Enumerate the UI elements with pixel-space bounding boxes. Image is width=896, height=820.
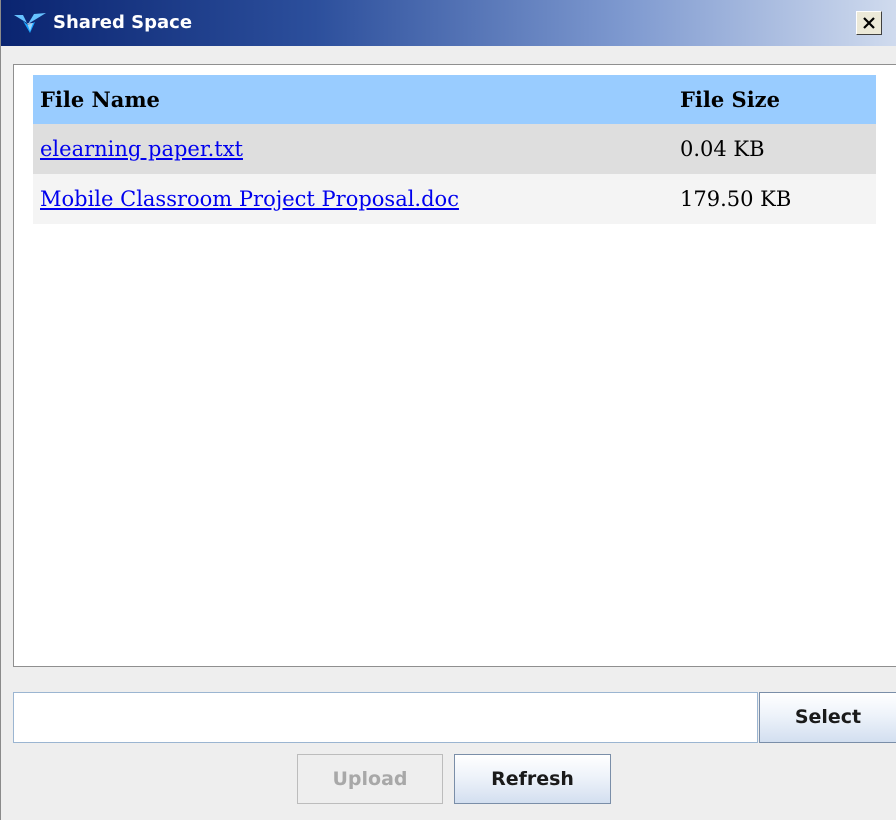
refresh-button[interactable]: Refresh <box>454 754 611 804</box>
file-link[interactable]: elearning paper.txt <box>40 137 243 161</box>
file-link[interactable]: Mobile Classroom Project Proposal.doc <box>40 187 459 211</box>
file-list-panel: File Name File Size elearning paper.txt … <box>13 64 896 667</box>
file-path-input[interactable] <box>13 692 758 743</box>
file-table: File Name File Size elearning paper.txt … <box>33 75 876 224</box>
upload-button: Upload <box>297 754 443 804</box>
file-name-cell: elearning paper.txt <box>33 124 680 174</box>
select-button[interactable]: Select <box>759 692 896 743</box>
title-bar[interactable]: Shared Space <box>1 0 896 46</box>
shared-space-bird-icon <box>13 11 47 35</box>
file-name-cell: Mobile Classroom Project Proposal.doc <box>33 174 680 224</box>
column-header-file-size[interactable]: File Size <box>680 75 876 124</box>
table-row[interactable]: elearning paper.txt 0.04 KB <box>33 124 876 174</box>
close-button[interactable] <box>856 11 882 35</box>
table-row[interactable]: Mobile Classroom Project Proposal.doc 17… <box>33 174 876 224</box>
table-header-row: File Name File Size <box>33 75 876 124</box>
window-title: Shared Space <box>53 12 193 33</box>
close-x-icon <box>863 17 875 29</box>
file-size-cell: 0.04 KB <box>680 124 876 174</box>
column-header-file-name[interactable]: File Name <box>33 75 680 124</box>
file-size-cell: 179.50 KB <box>680 174 876 224</box>
shared-space-window: Shared Space File Name File Size elearni… <box>0 0 896 820</box>
